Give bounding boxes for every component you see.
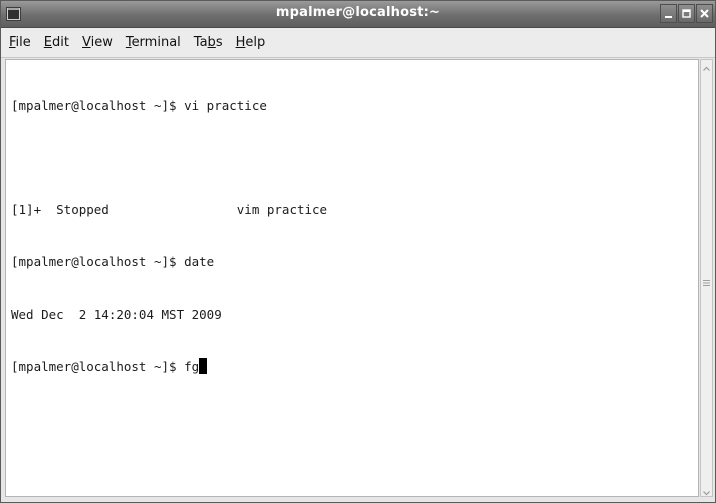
vertical-scrollbar[interactable] bbox=[700, 59, 713, 497]
menu-bar: File Edit View Terminal Tabs Help bbox=[1, 28, 715, 58]
scroll-down-arrow-icon[interactable] bbox=[701, 484, 712, 496]
terminal-line: [mpalmer@localhost ~]$ vi practice bbox=[11, 97, 267, 113]
terminal-current-input: [mpalmer@localhost ~]$ fg bbox=[11, 358, 200, 374]
terminal-line: Wed Dec 2 14:20:04 MST 2009 bbox=[11, 306, 222, 322]
window-controls bbox=[660, 4, 713, 24]
terminal-line: [1]+ Stopped vim practice bbox=[11, 202, 328, 218]
text-cursor bbox=[199, 357, 208, 374]
title-bar[interactable]: mpalmer@localhost:~ bbox=[1, 1, 715, 28]
menu-file[interactable]: File bbox=[9, 35, 31, 50]
scroll-up-arrow-icon[interactable] bbox=[701, 60, 712, 72]
menu-tabs[interactable]: Tabs bbox=[194, 35, 223, 50]
terminal-text: [mpalmer@localhost ~]$ vi practice [1]+ … bbox=[11, 62, 327, 410]
minimize-icon[interactable] bbox=[660, 4, 677, 23]
menu-help[interactable]: Help bbox=[236, 35, 266, 50]
terminal-output[interactable]: [mpalmer@localhost ~]$ vi practice [1]+ … bbox=[5, 59, 699, 497]
terminal-window: mpalmer@localhost:~ File Edit View Termi… bbox=[0, 0, 716, 503]
terminal-line: [mpalmer@localhost ~]$ date bbox=[11, 254, 215, 270]
maximize-icon[interactable] bbox=[678, 4, 695, 23]
window-title: mpalmer@localhost:~ bbox=[275, 5, 441, 20]
close-icon[interactable] bbox=[696, 4, 713, 23]
terminal-prompt-line: [mpalmer@localhost ~]$ fg bbox=[11, 357, 327, 375]
scroll-grip-icon[interactable] bbox=[703, 272, 710, 286]
menu-terminal[interactable]: Terminal bbox=[126, 35, 181, 50]
menu-view[interactable]: View bbox=[82, 35, 113, 50]
menu-edit[interactable]: Edit bbox=[44, 35, 69, 50]
